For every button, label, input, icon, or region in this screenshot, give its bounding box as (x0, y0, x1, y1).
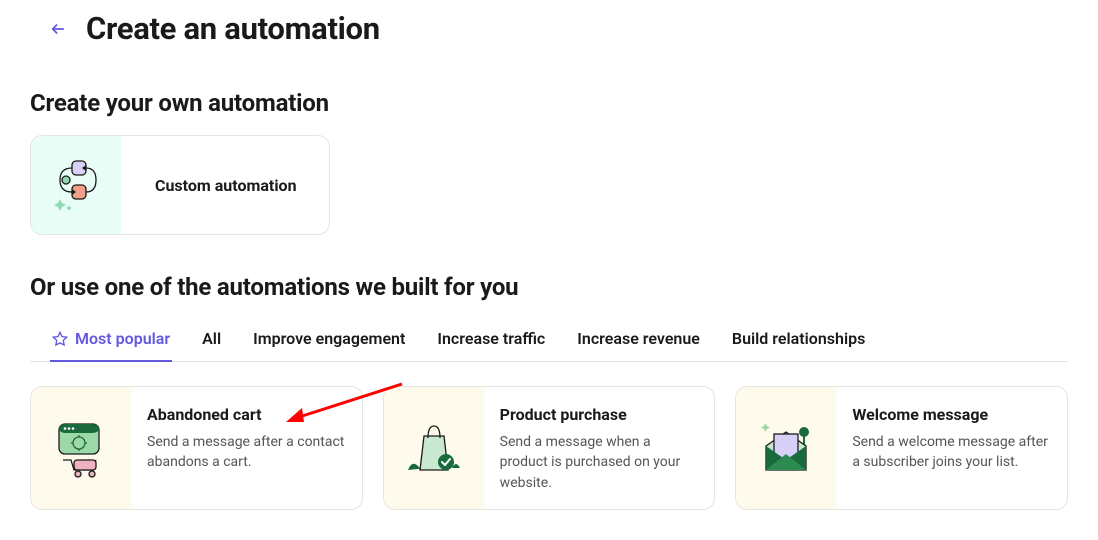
template-card-abandoned-cart[interactable]: Abandoned cart Send a message after a co… (30, 386, 363, 510)
tab-label: Increase traffic (437, 329, 545, 348)
star-icon (52, 331, 68, 347)
tab-label: Improve engagement (253, 329, 405, 348)
tab-label: Increase revenue (577, 329, 700, 348)
card-description: Send a message after a contact abandons … (147, 432, 346, 473)
template-card-product-purchase[interactable]: Product purchase Send a message when a p… (383, 386, 716, 510)
tab-all[interactable]: All (200, 319, 223, 362)
envelope-icon (750, 412, 822, 484)
template-tabs: Most popular All Improve engagement Incr… (30, 319, 1068, 362)
card-title: Product purchase (500, 405, 699, 424)
back-button[interactable] (48, 19, 68, 39)
tab-label: Most popular (75, 329, 170, 348)
abandoned-cart-icon (45, 412, 117, 484)
section-title-templates: Or use one of the automations we built f… (30, 273, 1068, 301)
card-title: Welcome message (852, 405, 1051, 424)
arrow-left-icon (50, 21, 66, 37)
custom-automation-label: Custom automation (121, 136, 297, 234)
card-body: Product purchase Send a message when a p… (484, 387, 715, 509)
welcome-message-illustration (736, 387, 836, 509)
tab-most-popular[interactable]: Most popular (50, 319, 172, 362)
tab-label: Build relationships (732, 329, 865, 348)
tab-improve-engagement[interactable]: Improve engagement (251, 319, 407, 362)
card-body: Welcome message Send a welcome message a… (836, 387, 1067, 509)
tab-increase-traffic[interactable]: Increase traffic (435, 319, 547, 362)
card-description: Send a welcome message after a subscribe… (852, 432, 1051, 473)
page-title: Create an automation (86, 10, 380, 47)
template-card-welcome-message[interactable]: Welcome message Send a welcome message a… (735, 386, 1068, 510)
card-body: Abandoned cart Send a message after a co… (131, 387, 362, 509)
card-title: Abandoned cart (147, 405, 346, 424)
tab-increase-revenue[interactable]: Increase revenue (575, 319, 702, 362)
tab-build-relationships[interactable]: Build relationships (730, 319, 867, 362)
custom-automation-illustration (31, 136, 121, 234)
card-description: Send a message when a product is purchas… (500, 432, 699, 493)
tab-label: All (202, 329, 221, 348)
workflow-icon (48, 155, 104, 215)
custom-automation-card[interactable]: Custom automation (30, 135, 330, 235)
shopping-bag-icon (398, 412, 470, 484)
template-cards-row: Abandoned cart Send a message after a co… (30, 386, 1068, 510)
page-header: Create an automation (30, 10, 1068, 47)
section-title-custom: Create your own automation (30, 89, 1068, 117)
product-purchase-illustration (384, 387, 484, 509)
abandoned-cart-illustration (31, 387, 131, 509)
